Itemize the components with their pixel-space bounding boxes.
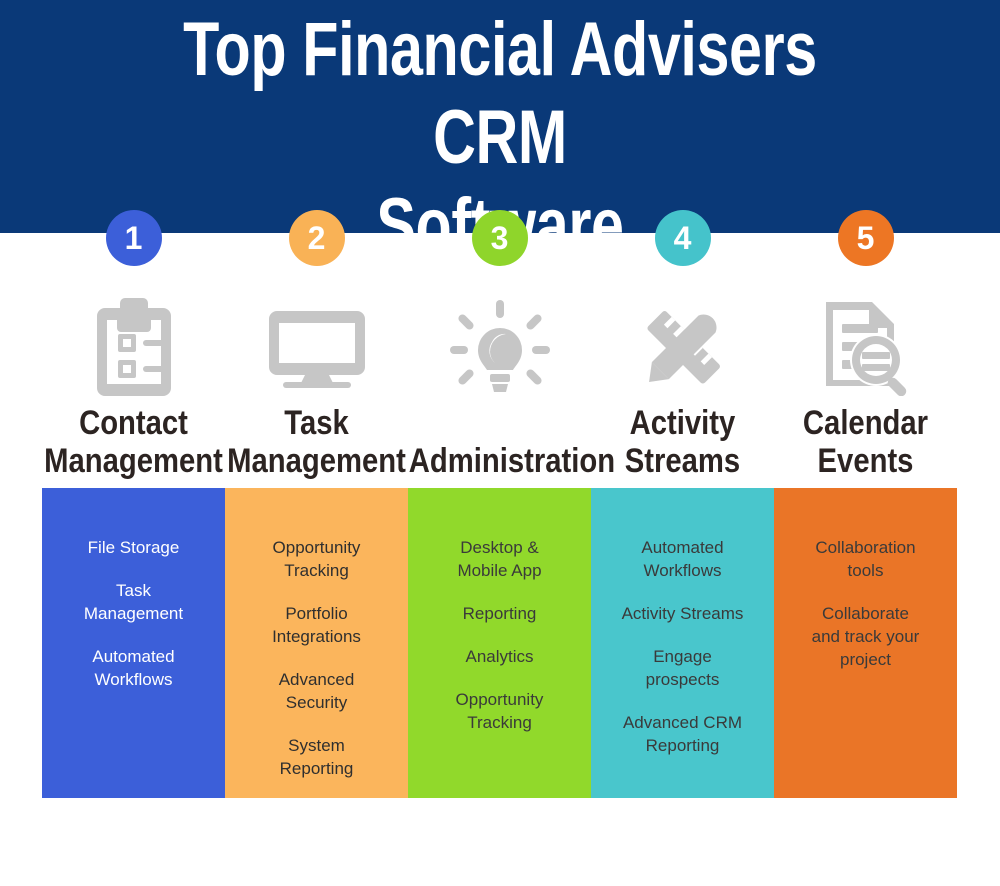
steps-row: 1 Contact Management 2 Task Management 3… <box>42 0 958 488</box>
step-3: 3 Administration <box>408 0 616 488</box>
feature-item: Opportunity Tracking <box>272 538 361 580</box>
step-number-badge-3: 3 <box>471 210 528 266</box>
step-label-2: Task Management <box>227 404 406 480</box>
feature-item: Reporting <box>462 604 537 623</box>
feature-column-2: Opportunity Tracking Portfolio Integrati… <box>225 488 408 798</box>
feature-item: Advanced CRM Reporting <box>622 713 743 755</box>
feature-item: Task Management <box>83 581 184 623</box>
feature-item: Advanced Security <box>278 670 355 712</box>
feature-column-5: Collaboration tools Collaborate and trac… <box>774 488 957 798</box>
step-label-3: Administration <box>408 442 616 480</box>
feature-column-1: File Storage Task Management Automated W… <box>42 488 225 798</box>
feature-item: Portfolio Integrations <box>272 604 361 646</box>
clipboard-checklist-icon <box>42 296 225 400</box>
lightbulb-idea-icon <box>408 296 591 400</box>
document-search-icon <box>774 296 957 400</box>
step-1: 1 Contact Management <box>42 0 225 488</box>
step-label-5: Calendar Events <box>802 404 929 480</box>
feature-columns: File Storage Task Management Automated W… <box>42 488 958 798</box>
step-number-badge-1: 1 <box>105 210 162 266</box>
feature-item: Analytics <box>465 647 534 666</box>
feature-item: Activity Streams <box>621 604 744 623</box>
feature-item: System Reporting <box>279 736 354 778</box>
step-5: 5 Calendar Events <box>774 0 957 488</box>
infographic-page: Top Financial Advisers CRM Software 1 <box>0 0 1000 886</box>
step-number-badge-5: 5 <box>837 210 894 266</box>
desktop-monitor-icon <box>225 296 408 400</box>
feature-item: Automated Workflows <box>92 647 175 689</box>
step-number-badge-4: 4 <box>654 210 711 266</box>
feature-item: Collaboration tools <box>815 538 916 580</box>
step-4: 4 Activity Streams <box>591 0 774 488</box>
step-label-4: Activity Streams <box>624 404 741 480</box>
feature-item: File Storage <box>87 538 180 557</box>
step-2: 2 Task Management <box>225 0 408 488</box>
feature-item: Automated Workflows <box>641 538 724 580</box>
feature-item: Collaborate and track your project <box>811 604 920 669</box>
feature-item: Opportunity Tracking <box>455 690 544 732</box>
feature-column-4: Automated Workflows Activity Streams Eng… <box>591 488 774 798</box>
step-number-badge-2: 2 <box>288 210 345 266</box>
feature-item: Engage prospects <box>645 647 720 689</box>
ruler-pencil-icon <box>591 296 774 400</box>
feature-column-3: Desktop & Mobile App Reporting Analytics… <box>408 488 591 798</box>
step-label-1: Contact Management <box>44 404 223 480</box>
feature-item: Desktop & Mobile App <box>457 538 542 580</box>
